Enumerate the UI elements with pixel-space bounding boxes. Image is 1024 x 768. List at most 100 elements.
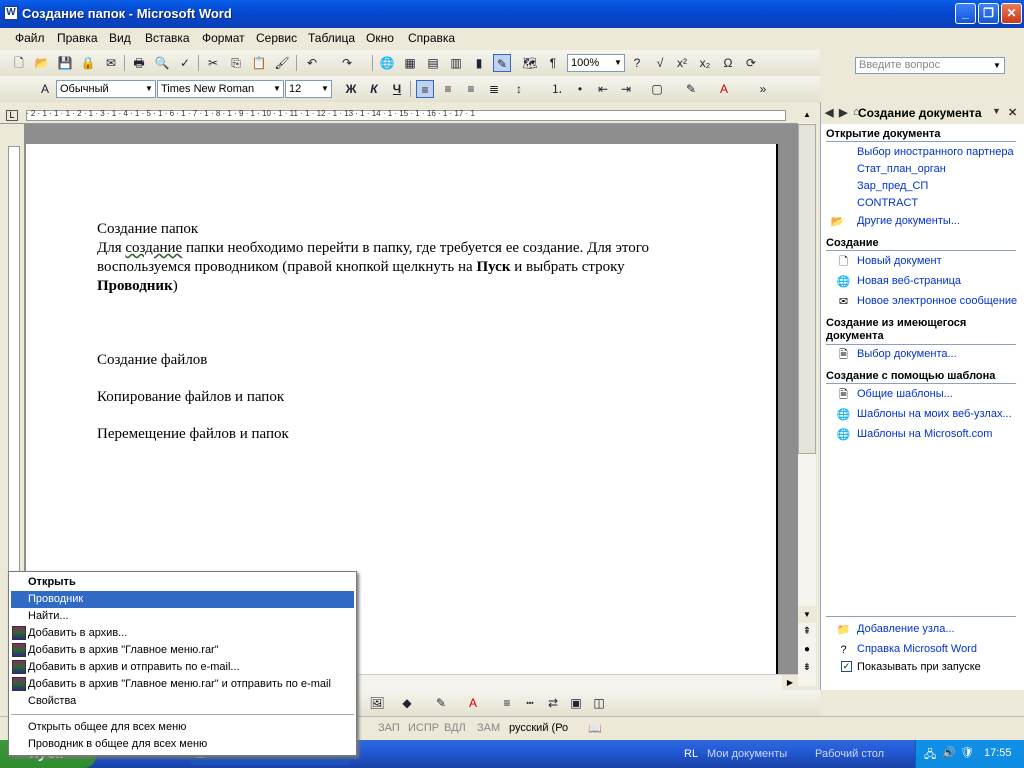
desktop-toolbar[interactable]: Рабочий стол [815,743,884,765]
menu-insert[interactable]: Вставка [145,31,190,45]
copy-icon[interactable]: ⎘ [227,54,245,72]
tables-borders-icon[interactable]: ▦ [401,54,419,72]
numbering-icon[interactable]: ⒈ [548,80,566,98]
word-app-icon[interactable]: W [4,6,18,20]
recent-doc-link[interactable]: Стат_план_орган [857,163,946,175]
close-button[interactable]: ✕ [1001,3,1022,24]
my-web-templates-link[interactable]: Шаблоны на моих веб-узлах... [857,408,1012,420]
menu-window[interactable]: Окно [366,31,394,45]
font-color-icon[interactable]: A [715,80,733,98]
line-spacing-icon[interactable]: ↕ [510,80,528,98]
new-email-link[interactable]: Новое электронное сообщение [857,295,1017,307]
ctx-explorer[interactable]: Проводник [11,591,354,608]
dash-style-icon[interactable]: ┅ [521,694,539,712]
forward-arrow-icon[interactable]: ▶ [839,106,847,119]
browse-object-icon[interactable]: ● [798,644,816,661]
general-templates-link[interactable]: Общие шаблоны... [857,388,953,400]
redo-icon[interactable]: ↷ [338,54,356,72]
align-right-icon[interactable]: ≡ [462,80,480,98]
new-document-icon[interactable]: 🗋 [10,54,28,72]
language-indicator[interactable]: RL [684,743,698,765]
recent-doc-link[interactable]: Выбор иностранного партнера [857,146,1014,158]
superscript-icon[interactable]: x² [673,54,691,72]
shadow-icon[interactable]: ▣ [567,694,585,712]
fill-color-icon[interactable]: ◆ [398,694,416,712]
clock[interactable]: 17:55 [984,747,1012,759]
style-combo[interactable]: Обычный ▼ [56,80,156,98]
network-icon[interactable]: 🖧 [924,746,936,765]
tray-icon[interactable]: 🔊 [942,746,956,759]
ctx-add-archive[interactable]: Добавить в архив... [11,625,354,642]
minimize-button[interactable]: _ [955,3,976,24]
justify-icon[interactable]: ≣ [485,80,503,98]
3d-icon[interactable]: ◫ [590,694,608,712]
ms-templates-link[interactable]: Шаблоны на Microsoft.com [857,428,992,440]
scroll-down-icon[interactable]: ▼ [798,606,816,623]
status-trk[interactable]: ИСПР [408,722,439,734]
undo-icon[interactable]: ↶ [303,54,321,72]
title-bar[interactable]: W Создание папок - Microsoft Word _ ❐ ✕ [0,0,1024,28]
open-folder-icon[interactable]: 📂 [33,54,51,72]
columns-icon[interactable]: ▮ [470,54,488,72]
ctx-find[interactable]: Найти... [11,608,354,625]
refresh-icon[interactable]: ⟳ [742,54,760,72]
spelling-icon[interactable]: ✓ [176,54,194,72]
other-documents-link[interactable]: Другие документы... [857,215,960,227]
cut-icon[interactable]: ✂ [204,54,222,72]
document-body[interactable]: Создание папок Для создание папки необхо… [97,220,707,444]
menu-view[interactable]: Вид [109,31,131,45]
chevron-down-icon[interactable]: ▼ [271,81,283,97]
menu-file[interactable]: Файл [15,31,45,45]
print-icon[interactable]: 🖶 [130,54,148,72]
chevron-down-icon[interactable]: ▼ [143,81,155,97]
borders-icon[interactable]: ▢ [648,80,666,98]
format-painter-icon[interactable]: 🖌 [273,54,291,72]
bullets-icon[interactable]: • [571,80,589,98]
ctx-add-archive-named-email[interactable]: Добавить в архив "Главное меню.rar" и от… [11,676,354,693]
menu-tools[interactable]: Сервис [256,31,297,45]
status-rec[interactable]: ЗАП [378,722,400,734]
arrow-style-icon[interactable]: ⇄ [544,694,562,712]
status-ext[interactable]: ВДЛ [444,722,466,734]
styles-icon[interactable]: A [36,80,54,98]
menu-edit[interactable]: Правка [57,31,98,45]
paste-icon[interactable]: 📋 [250,54,268,72]
underline-button[interactable]: Ч [388,80,406,98]
align-center-icon[interactable]: ≡ [439,80,457,98]
font-size-combo[interactable]: 12 ▼ [285,80,332,98]
word-help-link[interactable]: Справка Microsoft Word [857,643,977,655]
restore-button[interactable]: ❐ [978,3,999,24]
document-map-icon[interactable]: 🗺 [521,54,539,72]
subscript-icon[interactable]: x₂ [696,54,714,72]
prev-page-icon[interactable]: ⇞ [798,626,816,643]
highlight-icon[interactable]: ✎ [682,80,700,98]
ctx-add-archive-named[interactable]: Добавить в архив "Главное меню.rar" [11,642,354,659]
vertical-scrollbar[interactable]: ▲ ▼ ⇞ ● ⇟ [798,106,816,686]
font-color-icon[interactable]: A [464,694,482,712]
recent-doc-link[interactable]: Зар_пред_СП [857,180,928,192]
insert-table-icon[interactable]: ▤ [424,54,442,72]
save-icon[interactable]: 💾 [56,54,74,72]
menu-format[interactable]: Формат [202,31,245,45]
ctx-properties[interactable]: Свойства [11,693,354,710]
my-documents-toolbar[interactable]: Мои документы [707,743,787,765]
spelling-status-icon[interactable]: 📖 [588,722,602,735]
bold-button[interactable]: Ж [342,80,360,98]
scroll-up-icon[interactable]: ▲ [798,106,816,123]
italic-button[interactable]: К [365,80,383,98]
hyperlink-icon[interactable]: 🌐 [378,54,396,72]
increase-indent-icon[interactable]: ⇥ [617,80,635,98]
status-ovr[interactable]: ЗАМ [477,722,500,734]
symbol-icon[interactable]: Ω [719,54,737,72]
font-combo[interactable]: Times New Roman ▼ [157,80,284,98]
tray-icon[interactable]: 🛡 [960,746,974,759]
align-left-icon[interactable]: ≡ [416,80,434,98]
line-style-icon[interactable]: ≡ [498,694,516,712]
ctx-open-all-users[interactable]: Открыть общее для всех меню [11,719,354,736]
ctx-add-archive-email[interactable]: Добавить в архив и отправить по e-mail..… [11,659,354,676]
horizontal-ruler[interactable]: L · 2 · 1 · 1 · 1 · 2 · 1 · 3 · 1 · 4 · … [0,106,798,124]
decrease-indent-icon[interactable]: ⇤ [594,80,612,98]
ctx-open[interactable]: Открыть [11,574,354,591]
ctx-explore-all-users[interactable]: Проводник в общее для всех меню [11,736,354,753]
scroll-thumb[interactable] [798,124,816,454]
